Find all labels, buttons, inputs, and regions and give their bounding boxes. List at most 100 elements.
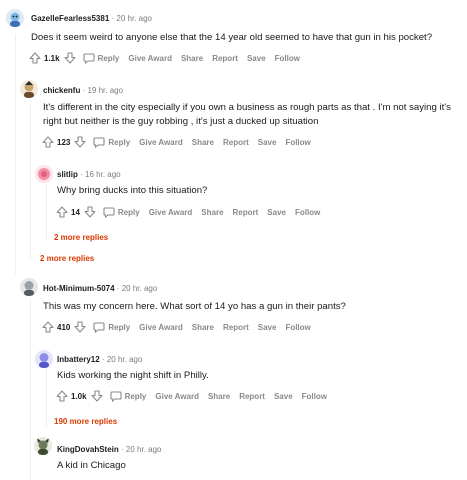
- save-button[interactable]: Save: [267, 208, 286, 217]
- thread-line[interactable]: [30, 298, 31, 480]
- arrow-up-icon[interactable]: [42, 321, 54, 333]
- comment-actions: 410 Reply Give Award Share Report Save F…: [42, 320, 320, 334]
- separator: ·: [111, 14, 115, 23]
- avatar[interactable]: [20, 80, 38, 98]
- reply-button[interactable]: Reply: [93, 321, 130, 333]
- follow-button[interactable]: Follow: [275, 54, 300, 63]
- report-button[interactable]: Report: [233, 208, 259, 217]
- arrow-down-icon[interactable]: [64, 52, 76, 64]
- arrow-up-icon[interactable]: [56, 206, 68, 218]
- comment-body: This was my concern here. What sort of 1…: [43, 301, 346, 312]
- avatar[interactable]: [6, 9, 24, 27]
- speech-bubble-icon: [93, 137, 105, 148]
- share-button[interactable]: Share: [208, 392, 230, 401]
- speech-bubble-icon: [103, 207, 115, 218]
- avatar[interactable]: [34, 437, 52, 455]
- reply-label: Reply: [117, 207, 140, 217]
- more-replies-link[interactable]: 2 more replies: [40, 254, 94, 263]
- avatar[interactable]: [35, 165, 53, 183]
- timestamp[interactable]: 16 hr. ago: [85, 170, 121, 179]
- arrow-down-icon[interactable]: [74, 321, 86, 333]
- give-award-button[interactable]: Give Award: [139, 323, 183, 332]
- vote-score: 123: [57, 137, 71, 147]
- report-button[interactable]: Report: [239, 392, 265, 401]
- follow-button[interactable]: Follow: [295, 208, 320, 217]
- save-button[interactable]: Save: [274, 392, 293, 401]
- timestamp[interactable]: 20 hr. ago: [126, 445, 162, 454]
- avatar[interactable]: [20, 278, 38, 296]
- arrow-up-icon[interactable]: [56, 390, 68, 402]
- arrow-down-icon[interactable]: [74, 136, 86, 148]
- give-award-button[interactable]: Give Award: [155, 392, 199, 401]
- vote-score: 1.0k: [71, 391, 87, 401]
- speech-bubble-icon: [93, 322, 105, 333]
- username[interactable]: KingDovahStein: [57, 445, 119, 454]
- speech-bubble-icon: [83, 53, 95, 64]
- username[interactable]: GazelleFearless5381: [31, 14, 109, 23]
- username[interactable]: chickenfu: [43, 86, 80, 95]
- comment-meta: slitlip · 16 hr. ago: [57, 170, 121, 180]
- avatar-icon: [35, 350, 53, 368]
- comment-body: A kid in Chicago: [57, 460, 126, 471]
- separator: ·: [116, 284, 120, 293]
- arrow-down-icon[interactable]: [91, 390, 103, 402]
- separator: ·: [82, 86, 86, 95]
- timestamp[interactable]: 20 hr. ago: [122, 284, 158, 293]
- more-replies-link[interactable]: 2 more replies: [54, 233, 108, 242]
- give-award-button[interactable]: Give Award: [139, 138, 183, 147]
- reply-button[interactable]: Reply: [110, 390, 147, 402]
- share-button[interactable]: Share: [192, 138, 214, 147]
- comment-body: Why bring ducks into this situation?: [57, 185, 208, 196]
- username[interactable]: slitlip: [57, 170, 78, 179]
- arrow-up-icon[interactable]: [29, 52, 41, 64]
- follow-button[interactable]: Follow: [285, 323, 310, 332]
- give-award-button[interactable]: Give Award: [128, 54, 172, 63]
- comment-actions: 123 Reply Give Award Share Report Save F…: [42, 135, 320, 149]
- arrow-down-icon[interactable]: [84, 206, 96, 218]
- thread-line[interactable]: [46, 368, 47, 428]
- timestamp[interactable]: 20 hr. ago: [116, 14, 152, 23]
- share-button[interactable]: Share: [192, 323, 214, 332]
- share-button[interactable]: Share: [181, 54, 203, 63]
- avatar-icon: [35, 165, 53, 183]
- comment-body-line: right but neither is the guy robbing , i…: [43, 116, 319, 127]
- comment-body: Kids working the night shift in Philly.: [57, 370, 209, 381]
- report-button[interactable]: Report: [223, 138, 249, 147]
- avatar[interactable]: [35, 350, 53, 368]
- comment-body-line: It's different in the city especially if…: [43, 102, 451, 113]
- follow-button[interactable]: Follow: [302, 392, 327, 401]
- username[interactable]: Hot-Minimum-5074: [43, 284, 115, 293]
- timestamp[interactable]: 19 hr. ago: [87, 86, 123, 95]
- separator: ·: [121, 445, 124, 454]
- username[interactable]: Inbattery12: [57, 355, 100, 364]
- comment-body: Does it seem weird to anyone else that t…: [31, 32, 433, 43]
- more-replies-link[interactable]: 190 more replies: [54, 417, 117, 426]
- reply-button[interactable]: Reply: [93, 136, 130, 148]
- separator: ·: [101, 355, 105, 364]
- reply-label: Reply: [124, 391, 147, 401]
- comment-body: It's different in the city especially if…: [43, 101, 451, 129]
- thread-line[interactable]: [15, 34, 16, 274]
- save-button[interactable]: Save: [258, 323, 277, 332]
- avatar-icon: [20, 278, 38, 296]
- give-award-button[interactable]: Give Award: [149, 208, 193, 217]
- reply-button[interactable]: Reply: [103, 206, 140, 218]
- timestamp[interactable]: 20 hr. ago: [107, 355, 143, 364]
- report-button[interactable]: Report: [223, 323, 249, 332]
- reply-button[interactable]: Reply: [83, 52, 119, 64]
- comment-meta: chickenfu · 19 hr. ago: [43, 86, 123, 96]
- save-button[interactable]: Save: [258, 138, 277, 147]
- vote-score: 410: [57, 322, 71, 332]
- avatar-icon: [34, 437, 52, 455]
- share-button[interactable]: Share: [201, 208, 223, 217]
- thread-line[interactable]: [30, 100, 31, 260]
- report-button[interactable]: Report: [212, 54, 238, 63]
- avatar-icon: [20, 80, 38, 98]
- save-button[interactable]: Save: [247, 54, 266, 63]
- arrow-up-icon[interactable]: [42, 136, 54, 148]
- vote-score: 1.1k: [44, 53, 60, 63]
- thread-line[interactable]: [46, 180, 47, 240]
- separator: ·: [80, 170, 83, 179]
- follow-button[interactable]: Follow: [285, 138, 310, 147]
- speech-bubble-icon: [110, 391, 122, 402]
